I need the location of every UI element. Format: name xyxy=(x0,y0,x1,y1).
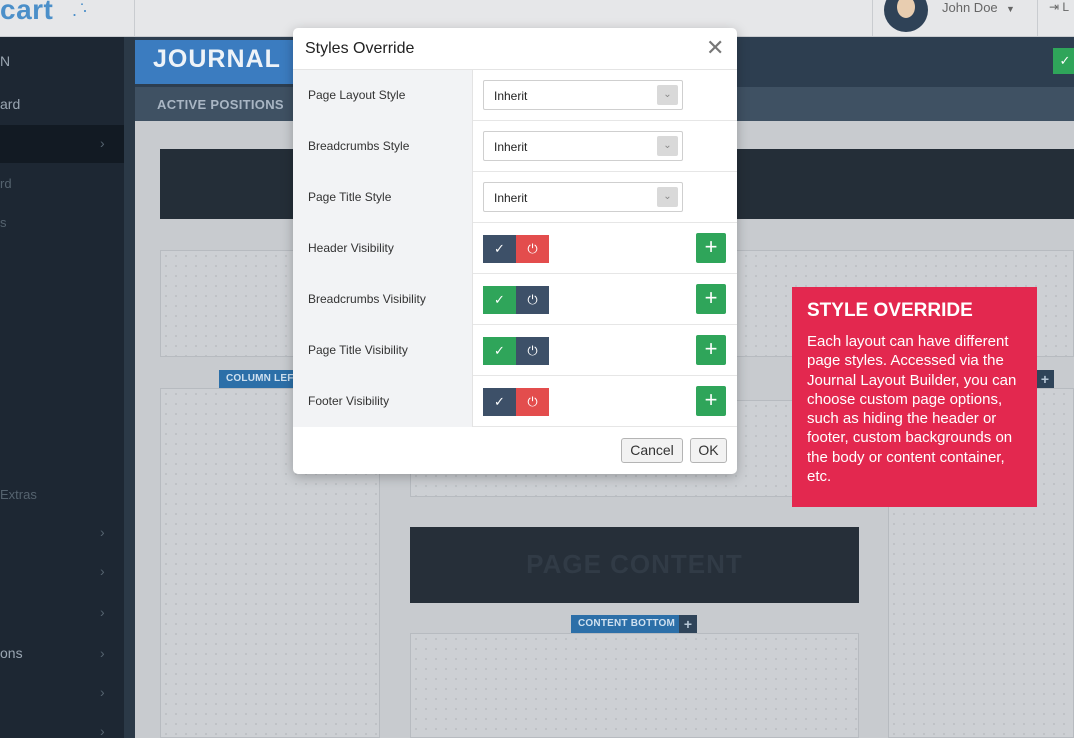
breadcrumbs-visibility-on-button[interactable]: ✓ xyxy=(483,286,516,314)
row-label: Breadcrumbs Style xyxy=(308,139,410,153)
header-divider xyxy=(1037,0,1038,37)
plus-icon: + xyxy=(704,285,718,310)
check-icon: ✓ xyxy=(494,241,505,256)
sidebar-item[interactable]: › xyxy=(0,604,124,624)
breadcrumbs-visibility-add-button[interactable]: + xyxy=(696,284,726,314)
page-layout-style-select[interactable]: Inherit ⌄ xyxy=(483,80,683,110)
breadcrumbs-style-row: Breadcrumbs Style Inherit ⌄ xyxy=(293,121,737,172)
user-avatar[interactable] xyxy=(884,0,928,32)
chevron-right-icon: › xyxy=(100,645,105,661)
chevron-down-icon: ⌄ xyxy=(657,136,678,156)
breadcrumbs-style-select[interactable]: Inherit ⌄ xyxy=(483,131,683,161)
power-icon: ⏻ xyxy=(527,292,538,307)
row-label: Page Title Style xyxy=(308,190,392,204)
row-label: Page Title Visibility xyxy=(308,343,408,357)
modal-header: Styles Override ✕ xyxy=(293,28,737,70)
power-icon: ⏻ xyxy=(527,241,538,256)
plus-icon: + xyxy=(683,616,693,632)
header-divider xyxy=(872,0,873,37)
check-icon: ✓ xyxy=(1059,53,1071,68)
page-title-style-row: Page Title Style Inherit ⌄ xyxy=(293,172,737,223)
add-column-right-button[interactable]: + xyxy=(1036,370,1054,388)
style-override-callout: STYLE OVERRIDE Each layout can have diff… xyxy=(792,287,1037,507)
sidebar-item[interactable]: › xyxy=(0,684,124,704)
footer-visibility-on-button[interactable]: ✓ xyxy=(483,388,516,416)
power-icon: ⏻ xyxy=(527,343,538,358)
breadcrumbs-visibility-off-button[interactable]: ⏻ xyxy=(516,286,549,314)
check-icon: ✓ xyxy=(494,394,505,409)
sidebar-item-extras[interactable]: Extras xyxy=(0,487,124,502)
page-title-visibility-on-button[interactable]: ✓ xyxy=(483,337,516,365)
sidebar-item[interactable]: › xyxy=(0,524,124,544)
chevron-down-icon: ⌄ xyxy=(657,187,678,207)
callout-description: Each layout can have different page styl… xyxy=(807,333,1017,486)
save-check-button[interactable]: ✓ xyxy=(1053,48,1074,74)
row-label: Header Visibility xyxy=(308,241,394,255)
row-label: Page Layout Style xyxy=(308,88,406,102)
chevron-right-icon: › xyxy=(100,684,105,700)
user-name[interactable]: John Doe xyxy=(942,0,998,15)
header-divider xyxy=(134,0,135,37)
sidebar-item-active[interactable]: › xyxy=(0,125,124,163)
page-title-visibility-row: Page Title Visibility ✓ ⏻ + xyxy=(293,325,737,376)
footer-visibility-add-button[interactable]: + xyxy=(696,386,726,416)
chevron-right-icon: › xyxy=(100,604,105,620)
sidebar-item-extensions[interactable]: ons › xyxy=(0,645,124,665)
page-title-style-select[interactable]: Inherit ⌄ xyxy=(483,182,683,212)
page-title-visibility-off-button[interactable]: ⏻ xyxy=(516,337,549,365)
breadcrumbs-visibility-row: Breadcrumbs Visibility ✓ ⏻ + xyxy=(293,274,737,325)
row-label: Breadcrumbs Visibility xyxy=(308,292,426,306)
header-visibility-row: Header Visibility ✓ ⏻ + xyxy=(293,223,737,274)
plus-icon: + xyxy=(704,387,718,412)
callout-title: STYLE OVERRIDE xyxy=(807,300,973,321)
sidebar-item[interactable]: › xyxy=(0,723,124,738)
footer-visibility-off-button[interactable]: ⏻ xyxy=(516,388,549,416)
power-icon: ⏻ xyxy=(527,394,538,409)
chevron-right-icon: › xyxy=(100,563,105,579)
sidebar-item-dashboard[interactable]: ard xyxy=(0,96,124,112)
chevron-right-icon: › xyxy=(100,723,105,738)
content-bottom-panel[interactable] xyxy=(410,633,859,738)
sidebar-item-navigation: N xyxy=(0,53,11,69)
modal-footer: Cancel OK xyxy=(293,428,737,474)
logout-icon: ⇥ xyxy=(1049,0,1063,14)
sidebar-subitem[interactable]: rd xyxy=(0,176,124,191)
chevron-down-icon[interactable]: ▼ xyxy=(1006,4,1015,14)
styles-override-modal: Styles Override ✕ Page Layout Style Inhe… xyxy=(293,28,737,474)
add-content-bottom-button[interactable]: + xyxy=(679,615,697,633)
content-bottom-label: CONTENT BOTTOM xyxy=(571,615,683,633)
modal-title: Styles Override xyxy=(305,40,415,57)
chevron-right-icon: › xyxy=(100,524,105,540)
header-visibility-add-button[interactable]: + xyxy=(696,233,726,263)
sidebar-subitem[interactable]: s xyxy=(0,215,124,230)
logo-cart-icon: . ̇· xyxy=(72,0,88,20)
cancel-button[interactable]: Cancel xyxy=(621,438,683,463)
plus-icon: + xyxy=(1040,371,1050,387)
tab-active-positions[interactable]: ACTIVE POSITIONS xyxy=(157,97,284,112)
page-content-label: PAGE CONTENT xyxy=(526,549,743,579)
chevron-right-icon: › xyxy=(100,135,105,151)
ok-button[interactable]: OK xyxy=(690,438,727,463)
logout-link[interactable]: ⇥ L xyxy=(1049,0,1069,14)
plus-icon: + xyxy=(704,234,718,259)
page-title-visibility-add-button[interactable]: + xyxy=(696,335,726,365)
check-icon: ✓ xyxy=(494,343,505,358)
plus-icon: + xyxy=(704,336,718,361)
row-label: Footer Visibility xyxy=(308,394,390,408)
check-icon: ✓ xyxy=(494,292,505,307)
header-visibility-on-button[interactable]: ✓ xyxy=(483,235,516,263)
sidebar-edge xyxy=(124,37,135,738)
page-layout-style-row: Page Layout Style Inherit ⌄ xyxy=(293,70,737,121)
chevron-down-icon: ⌄ xyxy=(657,85,678,105)
close-icon[interactable]: ✕ xyxy=(706,37,724,59)
opencart-logo[interactable]: cart xyxy=(0,0,53,26)
sidebar-item[interactable]: › xyxy=(0,563,124,583)
footer-visibility-row: Footer Visibility ✓ ⏻ + xyxy=(293,376,737,427)
header-visibility-off-button[interactable]: ⏻ xyxy=(516,235,549,263)
journal-title: JOURNAL xyxy=(153,45,281,73)
